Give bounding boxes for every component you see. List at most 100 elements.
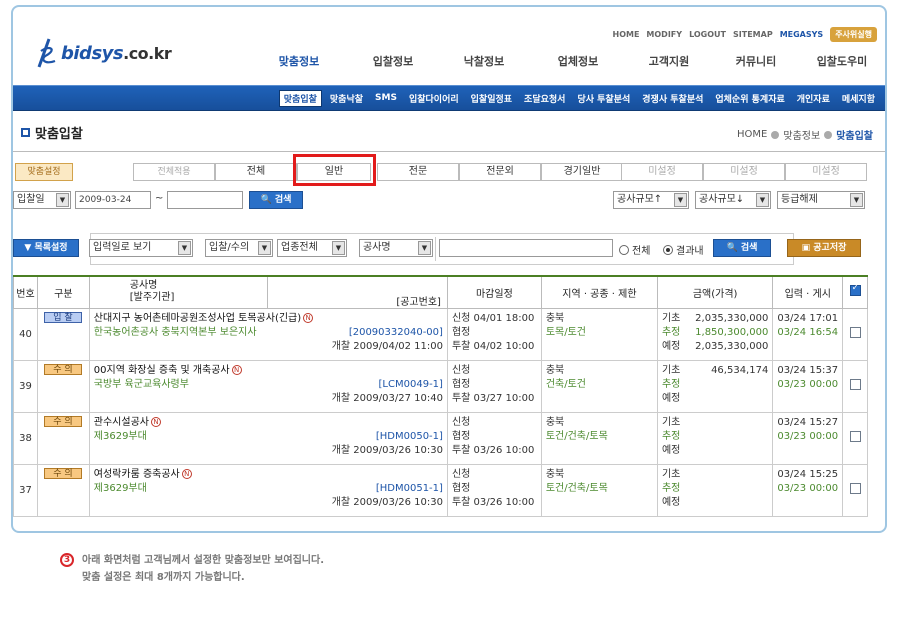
scale-down-select[interactable]: 공사규모↓ ▼ [695, 191, 771, 209]
header-input: 입력 · 게시 [772, 275, 844, 309]
date-type-select[interactable]: 입찰일 ▼ [13, 191, 71, 209]
table-row[interactable]: 37 수 의 여성락카룸 증축공사 N 제3629부대 [HDM0051-1] 개찰… [13, 463, 868, 517]
subnav-bid-diary[interactable]: 입찰다이어리 [403, 92, 465, 105]
industry-select[interactable]: 업종전체 ▼ [277, 239, 347, 257]
tab-gyeonggi-general[interactable]: 경기일반 [541, 163, 623, 181]
tab-unset-1[interactable]: 미설정 [621, 163, 703, 181]
keyword-input[interactable] [439, 239, 613, 257]
subnav-bid-schedule[interactable]: 입찰일정표 [465, 92, 518, 105]
row-title-cell[interactable]: 관수시설공사 N 제3629부대 [HDM0050-1] 개찰 2009/03/26… [88, 411, 448, 465]
row-check-cell [842, 463, 868, 517]
new-icon: N [150, 416, 161, 427]
subnav-company-ranking[interactable]: 업체순위 통계자료 [709, 92, 790, 105]
amt-label: 기초 [661, 468, 681, 480]
date-search-button[interactable]: 🔍 검색 [249, 191, 303, 209]
select-all-checkbox[interactable] [849, 283, 861, 297]
row-title-cell[interactable]: 00지역 화장실 증축 및 개축공사 N 국방부 육군교육사령부 [LCM0049-… [88, 359, 448, 413]
breadcrumb-custom-info[interactable]: 맞춤정보 [783, 127, 820, 142]
field-value: 공사명 [363, 242, 391, 253]
sch-label: 신청 [451, 312, 471, 324]
sch-label: 신청 [451, 416, 471, 428]
subnav-sms[interactable]: SMS [369, 93, 403, 103]
subnav-personal-data[interactable]: 개인자료 [791, 92, 836, 105]
subnav-custom-award[interactable]: 맞춤낙찰 [324, 92, 369, 105]
sch-label: 투찰 [451, 340, 471, 352]
table-row[interactable]: 38 수 의 관수시설공사 N 제3629부대 [HDM0050-1] 개찰 200… [13, 411, 868, 465]
save-notice-button[interactable]: ▣ 공고저장 [787, 239, 861, 257]
custom-setting-button[interactable]: 맞춤설정 [15, 163, 73, 181]
grade-select[interactable]: 등급해제 ▼ [777, 191, 865, 209]
gnb-bid-helper[interactable]: 입찰도우미 [799, 53, 885, 69]
amt-value: 1,850,300,000 [695, 326, 769, 338]
sch-label: 신청 [451, 364, 471, 376]
row-title[interactable]: 산대지구 농어촌테마공원조성사업 토목공사(긴급) [94, 313, 301, 324]
row-type-badge: 수 의 [43, 363, 82, 375]
row-checkbox[interactable] [849, 431, 861, 442]
chevron-down-icon: ▼ [24, 243, 32, 253]
subnav-messages[interactable]: 메세지함 [836, 92, 881, 105]
row-checkbox[interactable] [849, 379, 861, 390]
sch-value: 04/01 18:00 [473, 312, 535, 324]
header-title-name: 공사명 [129, 280, 158, 292]
modify-link[interactable]: MODIFY [646, 30, 682, 39]
view-by-select[interactable]: 입력일로 보기 ▼ [89, 239, 193, 257]
subnav-custom-bid[interactable]: 맞춤입찰 [278, 89, 322, 107]
tab-non-specialty[interactable]: 전문외 [459, 163, 541, 181]
radio-all[interactable]: 전체 [619, 242, 650, 257]
main-frame: HOME MODIFY LOGOUT SITEMAP MEGASYS 주사위실행… [11, 5, 887, 533]
row-check-cell [842, 359, 868, 413]
gnb-award-info[interactable]: 낙찰정보 [437, 53, 531, 69]
row-title-cell[interactable]: 산대지구 농어촌테마공원조성사업 토목공사(긴급) N 한국농어촌공사 충북지역본… [88, 307, 448, 361]
tab-specialty[interactable]: 전문 [377, 163, 459, 181]
scale-up-select[interactable]: 공사규모↑ ▼ [613, 191, 689, 209]
row-title[interactable]: 관수시설공사 [94, 417, 149, 428]
row-title-cell[interactable]: 여성락카룸 증축공사 N 제3629부대 [HDM0051-1] 개찰 2009/0… [88, 463, 448, 517]
row-checkbox[interactable] [849, 483, 861, 494]
table-row[interactable]: 40 입 찰 산대지구 농어촌테마공원조성사업 토목공사(긴급) N 한국농어촌공… [13, 307, 868, 361]
row-region-cell: 충북 토건/건축/토목 [540, 463, 658, 517]
field-select[interactable]: 공사명 ▼ [359, 239, 433, 257]
subnav-own-bid-analysis[interactable]: 당사 투찰분석 [571, 92, 636, 105]
row-org: 제3629부대 [93, 482, 147, 494]
row-open-date: 2009/03/26 10:30 [353, 444, 443, 456]
sitemap-link[interactable]: SITEMAP [733, 30, 773, 39]
bid-type-select[interactable]: 입찰/수의 ▼ [205, 239, 273, 257]
gnb-bid-info[interactable]: 입찰정보 [349, 53, 437, 69]
row-title[interactable]: 여성락카룸 증축공사 [94, 469, 180, 480]
keyword-search-button[interactable]: 🔍 검색 [713, 239, 771, 257]
subnav-competitor-analysis[interactable]: 경쟁사 투찰분석 [636, 92, 709, 105]
gnb-company-info[interactable]: 업체정보 [531, 53, 625, 69]
header-deadline: 마감일정 [446, 275, 542, 309]
row-no: 37 [13, 463, 38, 517]
date-to-input[interactable] [167, 191, 243, 209]
list-setting-button[interactable]: ▼ 목록설정 [13, 239, 79, 257]
table-row[interactable]: 39 수 의 00지역 화장실 증축 및 개축공사 N 국방부 육군교육사령부 [L… [13, 359, 868, 413]
row-notice-no: [20090332040-00] [348, 326, 443, 338]
logout-link[interactable]: LOGOUT [689, 30, 726, 39]
tab-unset-3[interactable]: 미설정 [785, 163, 867, 181]
sub-nav: 맞춤입찰 맞춤낙찰 SMS 입찰다이어리 입찰일정표 조달요청서 당사 투찰분석… [13, 85, 885, 111]
highlight-box [293, 154, 376, 186]
gnb-custom-info[interactable]: 맞춤정보 [249, 53, 349, 69]
tab-unset-2[interactable]: 미설정 [703, 163, 785, 181]
megasys-link[interactable]: MEGASYS [780, 30, 824, 39]
row-title[interactable]: 00지역 화장실 증축 및 개축공사 [94, 365, 230, 376]
radio-result-button[interactable] [663, 244, 673, 255]
site-logo[interactable]: bidsys.co.kr [35, 37, 172, 69]
home-link[interactable]: HOME [613, 30, 640, 39]
row-schedule-cell: 신청 협정 투찰 03/27 10:00 [446, 359, 542, 413]
subnav-procurement-request[interactable]: 조달요청서 [518, 92, 571, 105]
breadcrumb-home[interactable]: HOME [737, 129, 767, 140]
radio-result[interactable]: 결과내 [663, 242, 704, 257]
apply-all-button[interactable]: 전체적용 [133, 163, 215, 181]
tab-all[interactable]: 전체 [215, 163, 297, 181]
row-checkbox[interactable] [849, 327, 861, 338]
radio-all-button[interactable] [619, 244, 629, 255]
row-org: 제3629부대 [93, 430, 147, 442]
corp-badge-link[interactable]: 주사위실행 [830, 27, 877, 42]
date-from-input[interactable]: 2009-03-24 [75, 191, 151, 209]
row-input-cell: 03/24 15:27 03/23 00:00 [772, 411, 844, 465]
gnb-support[interactable]: 고객지원 [625, 53, 713, 69]
header-no: 번호 [13, 275, 38, 309]
gnb-community[interactable]: 커뮤니티 [713, 53, 799, 69]
